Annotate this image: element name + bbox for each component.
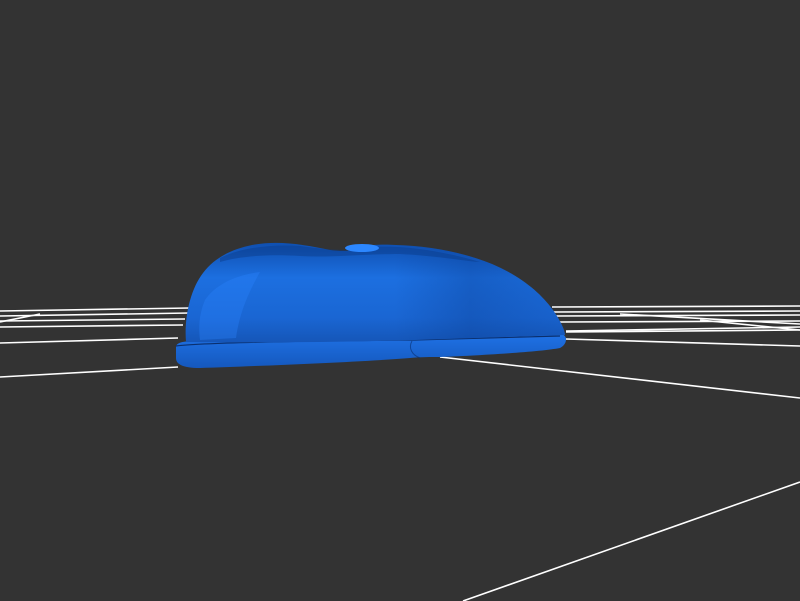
model-top-opening [345,244,379,252]
grid-line [551,305,800,308]
grid-line [554,314,800,317]
3d-viewport[interactable] [0,0,800,601]
grid-line [551,310,800,313]
